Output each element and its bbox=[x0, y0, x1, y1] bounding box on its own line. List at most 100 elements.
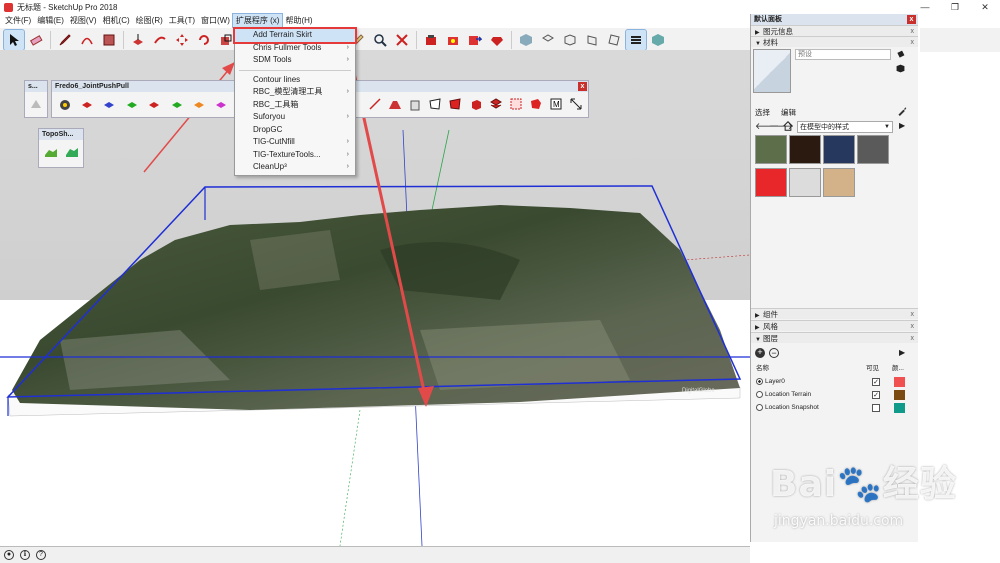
view-front-button[interactable] bbox=[560, 30, 580, 50]
minimize-button[interactable]: — bbox=[910, 0, 940, 14]
menu-item-add-terrain-skirt[interactable]: Add Terrain Skirt bbox=[233, 27, 357, 44]
menu-item-chris-fullmer-tools[interactable]: Chris Fullmer Tools › bbox=[235, 42, 355, 55]
geo-location-icon[interactable]: ● bbox=[4, 550, 14, 560]
tb3-btn-6[interactable] bbox=[467, 94, 484, 114]
layer-color-swatch[interactable] bbox=[894, 390, 905, 400]
cleanup-toolbar-close[interactable]: x bbox=[578, 82, 587, 91]
tab-edit[interactable]: 编辑 bbox=[781, 107, 796, 118]
eyedropper-icon[interactable] bbox=[897, 106, 907, 118]
select-tool-button[interactable] bbox=[3, 29, 25, 51]
menu-item-tig-texturetools[interactable]: TIG-TextureTools... › bbox=[235, 149, 355, 162]
view-iso-button[interactable] bbox=[516, 30, 536, 50]
panel-close-button[interactable]: x bbox=[907, 15, 916, 24]
tb3-btn-8[interactable] bbox=[507, 94, 524, 114]
menu-edit[interactable]: 编辑(E) bbox=[34, 14, 67, 28]
layers-details-arrow-icon[interactable]: ▶ bbox=[899, 348, 905, 357]
menu-item-tig-cutnfill[interactable]: TIG-CutNfill › bbox=[235, 136, 355, 149]
layer-row[interactable]: Layer0 ✓ bbox=[756, 375, 908, 388]
move-tool-button[interactable] bbox=[172, 30, 192, 50]
material-swatch-navy[interactable] bbox=[823, 135, 855, 164]
details-arrow-icon[interactable]: ▶ bbox=[899, 121, 905, 130]
tb3-btn-3[interactable] bbox=[406, 94, 423, 114]
collection-select[interactable]: 在模型中的样式 ▼ bbox=[797, 121, 893, 133]
menu-window[interactable]: 窗口(W) bbox=[198, 14, 233, 28]
jpp-joint-button[interactable] bbox=[55, 94, 74, 114]
create-material-button[interactable] bbox=[895, 49, 907, 60]
xray-button[interactable] bbox=[625, 29, 647, 51]
sample-paint-button[interactable] bbox=[895, 63, 907, 74]
menu-file[interactable]: 文件(F) bbox=[2, 14, 34, 28]
section-close-icon[interactable]: x bbox=[911, 309, 915, 320]
pencil-tool-button[interactable] bbox=[55, 30, 75, 50]
topo-cloud-button[interactable] bbox=[63, 142, 80, 162]
layer-visible-checkbox[interactable]: ✓ bbox=[872, 391, 880, 399]
tb3-btn-4[interactable] bbox=[427, 94, 444, 114]
scale-tool-button[interactable] bbox=[216, 30, 236, 50]
layer-color-swatch[interactable] bbox=[894, 403, 905, 413]
menu-item-dropgc[interactable]: DropGC bbox=[235, 124, 355, 137]
layer-row[interactable]: Location Snapshot bbox=[756, 401, 908, 414]
material-swatch-grey[interactable] bbox=[857, 135, 889, 164]
tb3-btn-7[interactable] bbox=[487, 94, 504, 114]
jpp-undo-button[interactable] bbox=[189, 94, 208, 114]
menu-item-suforyou[interactable]: Suforyou › bbox=[235, 111, 355, 124]
help-icon[interactable]: ? bbox=[36, 550, 46, 560]
extension-warehouse-button[interactable] bbox=[443, 30, 463, 50]
3d-warehouse-button[interactable] bbox=[421, 30, 441, 50]
arc-tool-button[interactable] bbox=[77, 30, 97, 50]
small-toolbar-button[interactable] bbox=[28, 94, 44, 112]
topo-contours-button[interactable] bbox=[42, 142, 59, 162]
jpp-normal-button[interactable] bbox=[100, 94, 119, 114]
menu-item-cleanup3[interactable]: CleanUp³ › bbox=[235, 161, 355, 174]
entity-info-section-header[interactable]: ▶ 图元信息 x bbox=[751, 25, 918, 36]
view-back-button[interactable] bbox=[604, 30, 624, 50]
view-right-button[interactable] bbox=[582, 30, 602, 50]
components-section-header[interactable]: ▶ 组件 x bbox=[751, 308, 918, 319]
menu-help[interactable]: 帮助(H) bbox=[282, 14, 315, 28]
zoom-extents-button[interactable] bbox=[392, 30, 412, 50]
jpp-follow-button[interactable] bbox=[145, 94, 164, 114]
remove-layer-button[interactable]: − bbox=[769, 348, 779, 358]
layer-color-swatch[interactable] bbox=[894, 377, 905, 387]
jpp-vector-button[interactable] bbox=[77, 94, 96, 114]
tab-select[interactable]: 选择 bbox=[755, 107, 770, 118]
credits-icon[interactable]: ℹ bbox=[20, 550, 30, 560]
jpp-redo-button[interactable] bbox=[212, 94, 231, 114]
rotate-tool-button[interactable] bbox=[194, 30, 214, 50]
close-button[interactable]: ✕ bbox=[970, 0, 1000, 14]
material-preview-swatch[interactable] bbox=[753, 49, 791, 93]
material-swatch-red[interactable] bbox=[755, 168, 787, 197]
menu-item-rbc-cleanup[interactable]: RBC_模型清理工具 › bbox=[235, 86, 355, 99]
styles-section-header[interactable]: ▶ 风格 x bbox=[751, 320, 918, 331]
tb3-btn-1[interactable] bbox=[366, 94, 383, 114]
tb3-btn-2[interactable] bbox=[386, 94, 403, 114]
tb3-btn-11[interactable] bbox=[568, 94, 585, 114]
menu-tools[interactable]: 工具(T) bbox=[166, 14, 198, 28]
eraser-tool-button[interactable] bbox=[26, 30, 46, 50]
tb3-btn-9[interactable] bbox=[528, 94, 545, 114]
menu-camera[interactable]: 相机(C) bbox=[100, 14, 133, 28]
zoom-button[interactable] bbox=[370, 30, 390, 50]
layer-visible-checkbox[interactable]: ✓ bbox=[872, 378, 880, 386]
layer-visible-checkbox[interactable] bbox=[872, 404, 880, 412]
material-name-input[interactable] bbox=[795, 49, 891, 60]
jpp-extrude-button[interactable] bbox=[122, 94, 141, 114]
menu-draw[interactable]: 绘图(R) bbox=[133, 14, 166, 28]
material-swatch-light-grey[interactable] bbox=[789, 168, 821, 197]
active-layer-radio[interactable] bbox=[756, 390, 763, 398]
menu-item-sdm-tools[interactable]: SDM Tools › bbox=[235, 54, 355, 67]
materials-section-header[interactable]: ▼ 材料 x bbox=[751, 36, 918, 47]
follow-me-tool-button[interactable] bbox=[150, 30, 170, 50]
extension-manager-button[interactable] bbox=[487, 30, 507, 50]
section-close-icon[interactable]: x bbox=[911, 321, 915, 332]
home-icon[interactable] bbox=[782, 121, 794, 133]
material-swatch-tan[interactable] bbox=[823, 168, 855, 197]
menu-extensions[interactable]: 扩展程序 (x) bbox=[231, 13, 284, 29]
menu-item-contour-lines[interactable]: Contour lines bbox=[235, 74, 355, 87]
3d-viewport[interactable]: DigitalGlobe bbox=[0, 50, 750, 546]
menu-item-rbc-toolbox[interactable]: RBC_工具箱 bbox=[235, 99, 355, 112]
shaded-button[interactable] bbox=[648, 30, 668, 50]
layers-section-header[interactable]: ▼ 图层 x bbox=[751, 332, 918, 343]
push-pull-tool-button[interactable] bbox=[128, 30, 148, 50]
shape-tool-button[interactable] bbox=[99, 30, 119, 50]
